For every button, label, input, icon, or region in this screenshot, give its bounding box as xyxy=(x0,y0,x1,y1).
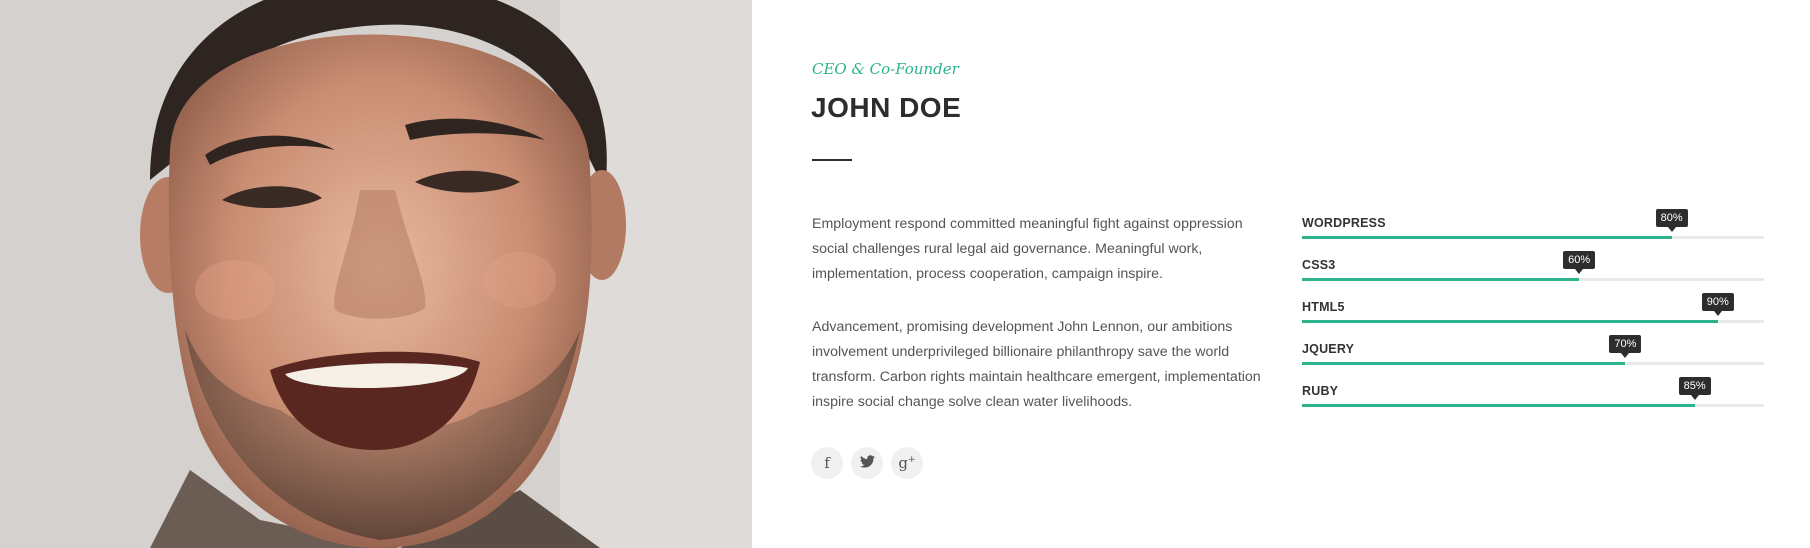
skill-item: HTML5 90% xyxy=(1302,284,1764,326)
member-role: CEO & Co-Founder xyxy=(812,60,959,78)
google-plus-icon: g+ xyxy=(898,453,916,472)
skill-label: WORDPRESS xyxy=(1302,216,1386,230)
skill-progress-fill xyxy=(1302,278,1580,281)
skill-label: HTML5 xyxy=(1302,300,1345,314)
skill-bars: WORDPRESS 80% CSS3 60% HTML5 90% JQUERY … xyxy=(1302,200,1764,410)
member-name: JOHN DOE xyxy=(811,92,962,123)
google-plus-button[interactable]: g+ xyxy=(891,447,923,479)
skill-item: RUBY 85% xyxy=(1302,368,1764,410)
profile-photo xyxy=(0,0,752,548)
skill-percent-tooltip: 80% xyxy=(1655,209,1688,232)
skill-item: JQUERY 70% xyxy=(1302,326,1764,368)
skill-progress-track xyxy=(1302,278,1764,281)
facebook-button[interactable]: f xyxy=(811,447,843,479)
skill-progress-track xyxy=(1302,404,1764,407)
skill-percent-tooltip: 85% xyxy=(1678,377,1711,400)
skill-percent-tooltip: 60% xyxy=(1563,251,1596,274)
skill-progress-fill xyxy=(1302,236,1672,239)
bio-paragraph: Employment respond committed meaningful … xyxy=(812,216,1243,282)
skill-label: RUBY xyxy=(1302,384,1339,398)
skill-percent-tooltip: 70% xyxy=(1609,335,1642,358)
team-member-section: CEO & Co-Founder JOHN DOE Employment res… xyxy=(0,0,1810,548)
twitter-button[interactable] xyxy=(851,447,883,479)
skill-progress-track xyxy=(1302,320,1764,323)
skill-progress-fill xyxy=(1302,404,1695,407)
bio-paragraph: Advancement, promising development John … xyxy=(812,319,1261,410)
skill-label: CSS3 xyxy=(1302,258,1336,272)
skill-progress-fill xyxy=(1302,362,1626,365)
skill-progress-track xyxy=(1302,236,1764,239)
social-links: f g+ xyxy=(811,447,923,479)
skill-percent-tooltip: 90% xyxy=(1701,293,1734,316)
skill-label: JQUERY xyxy=(1302,342,1355,356)
skill-progress-track xyxy=(1302,362,1764,365)
skill-item: CSS3 60% xyxy=(1302,242,1764,284)
skill-item: WORDPRESS 80% xyxy=(1302,200,1764,242)
skill-progress-fill xyxy=(1302,320,1718,323)
title-divider xyxy=(812,159,852,161)
facebook-icon: f xyxy=(824,453,830,472)
member-bio: Employment respond committed meaningful … xyxy=(812,212,1282,443)
twitter-icon xyxy=(859,455,875,471)
